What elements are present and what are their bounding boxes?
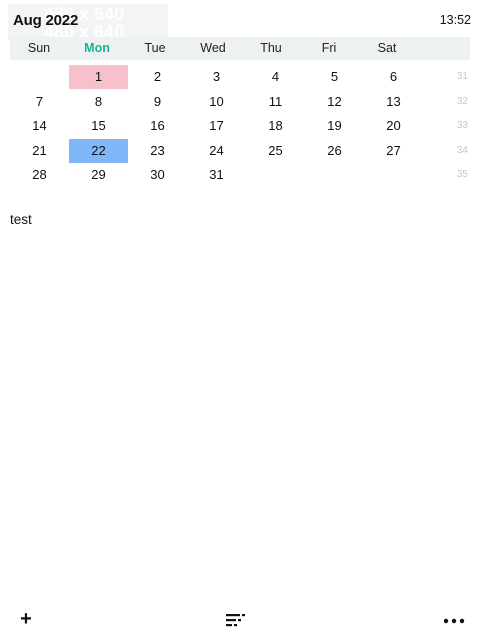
day-cell[interactable]: 9 [128, 90, 187, 114]
weekday-wed: Wed [200, 41, 226, 55]
day-cell[interactable]: 15 [69, 114, 128, 138]
day-cell[interactable]: 18 [246, 114, 305, 138]
day-cell [364, 163, 423, 187]
day-cell[interactable]: 4 [246, 65, 305, 89]
weekday-header: Sun Mon Tue Wed Thu Fri Sat [10, 37, 470, 60]
day-cell[interactable]: 16 [128, 114, 187, 138]
day-cell [305, 163, 364, 187]
day-cell[interactable]: 21 [10, 139, 69, 163]
day-cell[interactable]: 5 [305, 65, 364, 89]
clock: 13:52 [439, 13, 471, 27]
day-cell[interactable]: 31 [187, 163, 246, 187]
week-number: 32 [456, 95, 468, 107]
weekday-tue: Tue [144, 41, 166, 55]
bottom-toolbar: + [0, 600, 480, 640]
day-cell[interactable]: 1 [69, 65, 128, 89]
calendar-app: 480 x 640 480 x 640 Aug 2022 13:52 Sun M… [0, 0, 480, 640]
day-cell[interactable]: 23 [128, 139, 187, 163]
weekday-mon: Mon [84, 41, 110, 55]
more-dots-icon[interactable] [442, 612, 466, 630]
day-cell[interactable]: 11 [246, 90, 305, 114]
day-cell[interactable]: 30 [128, 163, 187, 187]
week-row: 21 22 23 24 25 26 27 34 [10, 138, 480, 163]
day-note[interactable]: test [10, 212, 32, 227]
day-cell-selected[interactable]: 22 [69, 138, 128, 163]
week-row: 28 29 30 31 35 [10, 162, 480, 187]
day-cell[interactable]: 13 [364, 90, 423, 114]
day-cell [246, 163, 305, 187]
day-cell[interactable]: 14 [10, 114, 69, 138]
weekday-fri: Fri [321, 41, 337, 55]
day-cell[interactable]: 24 [187, 139, 246, 163]
day-cell[interactable]: 28 [10, 163, 69, 187]
day-cell[interactable]: 6 [364, 65, 423, 89]
week-row: 7 8 9 10 11 12 13 32 [10, 89, 480, 114]
day-cell[interactable]: 17 [187, 114, 246, 138]
weekday-sat: Sat [377, 41, 397, 55]
month-title[interactable]: Aug 2022 [13, 12, 78, 29]
day-cell[interactable]: 10 [187, 90, 246, 114]
day-cell[interactable]: 27 [364, 139, 423, 163]
day-cell[interactable]: 25 [246, 139, 305, 163]
day-cell[interactable]: 7 [10, 90, 69, 114]
day-cell[interactable]: 2 [128, 65, 187, 89]
month-grid: 1 2 3 4 5 6 31 7 8 9 10 11 12 13 32 14 1… [10, 64, 480, 187]
header: 480 x 640 480 x 640 Aug 2022 13:52 [0, 0, 480, 40]
day-cell[interactable]: 12 [305, 90, 364, 114]
week-row: 14 15 16 17 18 19 20 33 [10, 113, 480, 138]
day-cell[interactable]: 3 [187, 65, 246, 89]
day-cell[interactable]: 19 [305, 114, 364, 138]
day-cell [10, 65, 69, 89]
sort-list-icon[interactable] [224, 612, 248, 630]
add-button[interactable]: + [17, 608, 35, 630]
day-cell[interactable]: 26 [305, 139, 364, 163]
weekday-sun: Sun [27, 41, 51, 55]
week-number: 35 [456, 169, 468, 180]
week-number: 31 [456, 71, 468, 82]
day-cell[interactable]: 29 [69, 163, 128, 187]
week-number: 34 [456, 144, 468, 156]
weekday-thu: Thu [260, 41, 282, 55]
week-number: 33 [456, 120, 468, 131]
day-cell[interactable]: 8 [69, 90, 128, 114]
week-row: 1 2 3 4 5 6 31 [10, 64, 480, 89]
day-cell[interactable]: 20 [364, 114, 423, 138]
